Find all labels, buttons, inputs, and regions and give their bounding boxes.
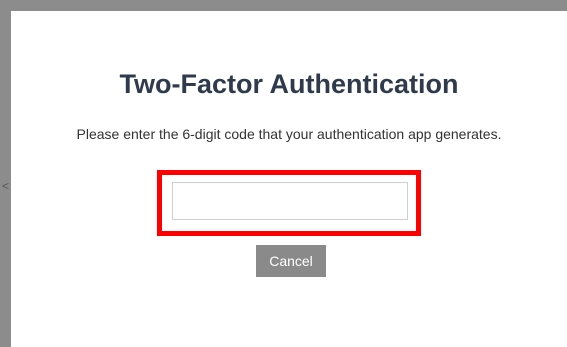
dialog-title: Two-Factor Authentication bbox=[119, 69, 459, 99]
window-left-border bbox=[0, 0, 11, 347]
window-top-border bbox=[0, 0, 567, 11]
screenshot-frame: < Two-Factor Authentication Please enter… bbox=[0, 0, 567, 347]
two-factor-dialog: Two-Factor Authentication Please enter t… bbox=[11, 11, 567, 347]
cancel-button[interactable]: Cancel bbox=[256, 245, 326, 277]
authentication-code-input[interactable] bbox=[172, 182, 408, 220]
backdrop-edge-glyph: < bbox=[1, 179, 9, 193]
dialog-instructions: Please enter the 6-digit code that your … bbox=[76, 126, 502, 142]
